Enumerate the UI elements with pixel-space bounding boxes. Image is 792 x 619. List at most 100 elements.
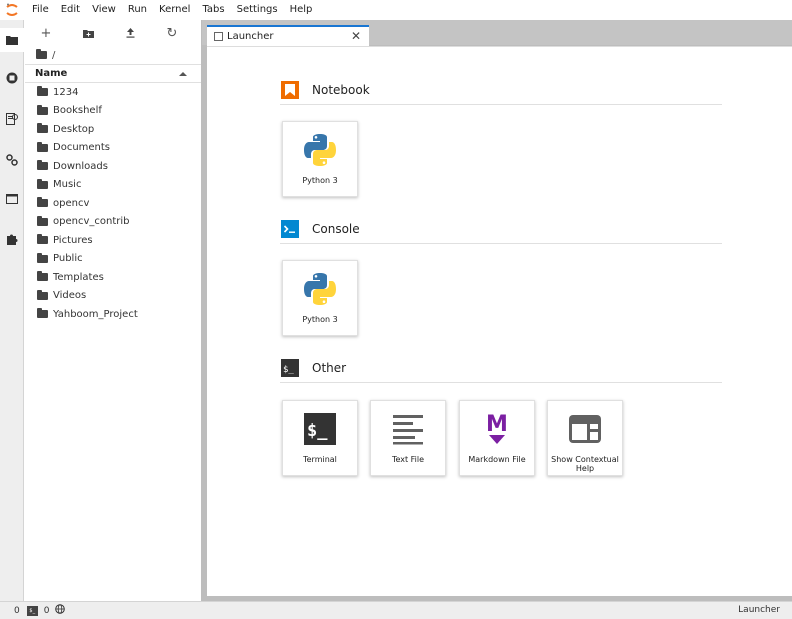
terminal-status-icon[interactable]: $_ [26,605,38,616]
folder-icon [37,252,48,263]
file-list-item[interactable]: Documents [25,139,201,158]
status-mode-label: Launcher [738,605,780,615]
folder-icon [37,308,48,319]
svg-text:$_: $_ [307,421,328,441]
folder-icon [37,197,48,208]
home-folder-icon[interactable] [36,49,47,59]
section-title: Console [312,221,360,236]
property-inspector-icon[interactable] [0,148,24,172]
kernel-globe-icon[interactable] [55,604,66,617]
file-list: 1234 Bookshelf Desktop Documents Downloads Mu… [25,83,201,324]
file-list-item[interactable]: Public [25,250,201,269]
extension-icon[interactable] [0,227,24,251]
tab-launcher[interactable]: Launcher ✕ [207,25,369,46]
file-list-item[interactable]: Bookshelf [25,102,201,121]
section-notebook: Notebook [280,80,722,105]
file-list-item-label: Music [53,179,82,191]
file-list-item[interactable]: Pictures [25,231,201,250]
menu-help[interactable]: Help [284,0,319,20]
tabs-icon[interactable] [0,187,24,211]
breadcrumb-root[interactable]: / [52,50,55,61]
menu-view[interactable]: View [86,0,122,20]
folder-icon [37,271,48,282]
folder-icon [37,104,48,115]
column-name-label: Name [35,68,68,79]
launcher-card-python3-notebook[interactable]: Python 3 [282,121,358,197]
folder-icon [37,160,48,171]
commands-icon[interactable] [0,107,24,131]
status-bar: 0 $_ 0 Launcher [0,601,792,619]
close-icon[interactable]: ✕ [351,29,361,43]
python-logo-icon [294,128,346,172]
folder-icon [37,123,48,134]
text-file-icon [382,407,434,451]
tab-bar: Launcher ✕ [202,20,792,46]
terminal-icon: $_ [294,407,346,451]
tab-label: Launcher [227,31,274,42]
menu-run[interactable]: Run [122,0,153,20]
file-list-item[interactable]: opencv_contrib [25,213,201,232]
file-list-item[interactable]: Desktop [25,120,201,139]
launcher-card-text-file[interactable]: Text File [370,400,446,476]
launcher-card-contextual-help[interactable]: Show Contextual Help [547,400,623,476]
card-label: Python 3 [302,176,338,185]
file-list-item-label: Videos [53,290,87,302]
menu-bar: File Edit View Run Kernel Tabs Settings … [0,0,792,20]
menu-tabs[interactable]: Tabs [196,0,230,20]
running-sessions-icon[interactable] [0,66,24,90]
file-list-item-label: Downloads [53,160,108,172]
launcher-panel: Notebook Python 3 Console Python 3 $_ Ot… [207,46,792,596]
status-terminals-count[interactable]: 0 [14,606,20,616]
folder-icon [37,234,48,245]
card-label: Markdown File [468,455,526,464]
launcher-card-python3-console[interactable]: Python 3 [282,260,358,336]
file-list-item-label: Pictures [53,234,93,246]
sort-ascending-icon [179,72,187,76]
file-list-item[interactable]: Downloads [25,157,201,176]
section-title: Notebook [312,82,370,97]
menu-file[interactable]: File [24,0,55,20]
file-list-item[interactable]: Yahboom_Project [25,305,201,324]
file-list-item-label: opencv [53,197,90,209]
file-list-item[interactable]: Music [25,176,201,195]
column-header-name[interactable]: Name [25,64,201,83]
folder-icon [37,141,48,152]
file-list-item[interactable]: Templates [25,268,201,287]
breadcrumb: / [25,46,201,64]
folder-icon [37,86,48,97]
card-label: Python 3 [302,315,338,324]
file-list-item-label: Public [53,253,83,265]
folder-icon [37,215,48,226]
menu-settings[interactable]: Settings [231,0,284,20]
activity-bar [0,20,24,601]
upload-icon[interactable] [109,22,151,44]
console-icon [280,219,300,238]
file-list-item-label: Bookshelf [53,105,102,117]
other-terminal-icon: $_ [280,358,300,377]
section-title: Other [312,360,347,375]
file-list-item-label: Templates [53,271,104,283]
file-list-item[interactable]: Videos [25,287,201,306]
file-list-item-label: 1234 [53,86,79,98]
launcher-card-terminal[interactable]: $_ Terminal [282,400,358,476]
launcher-card-markdown-file[interactable]: M Markdown File [459,400,535,476]
file-list-item[interactable]: 1234 [25,83,201,102]
file-browser-tab-icon[interactable] [0,28,24,52]
markdown-icon: M [471,407,523,451]
refresh-icon[interactable]: ↻ [151,22,193,44]
file-list-item-label: opencv_contrib [53,216,130,228]
jupyter-logo-icon [0,0,24,20]
main-dock-area: Launcher ✕ Notebook Python 3 Console Pyt… [202,20,792,601]
menu-kernel[interactable]: Kernel [153,0,196,20]
svg-text:M: M [486,412,508,437]
menu-edit[interactable]: Edit [55,0,86,20]
notebook-icon [280,80,300,99]
new-folder-icon[interactable] [67,22,109,44]
folder-icon [37,178,48,189]
status-kernels-count[interactable]: 0 [44,606,50,616]
file-list-item-label: Yahboom_Project [53,308,138,320]
file-list-item[interactable]: opencv [25,194,201,213]
section-console: Console [280,219,722,244]
contextual-help-icon [559,407,611,451]
new-launcher-icon[interactable]: + [25,22,67,44]
